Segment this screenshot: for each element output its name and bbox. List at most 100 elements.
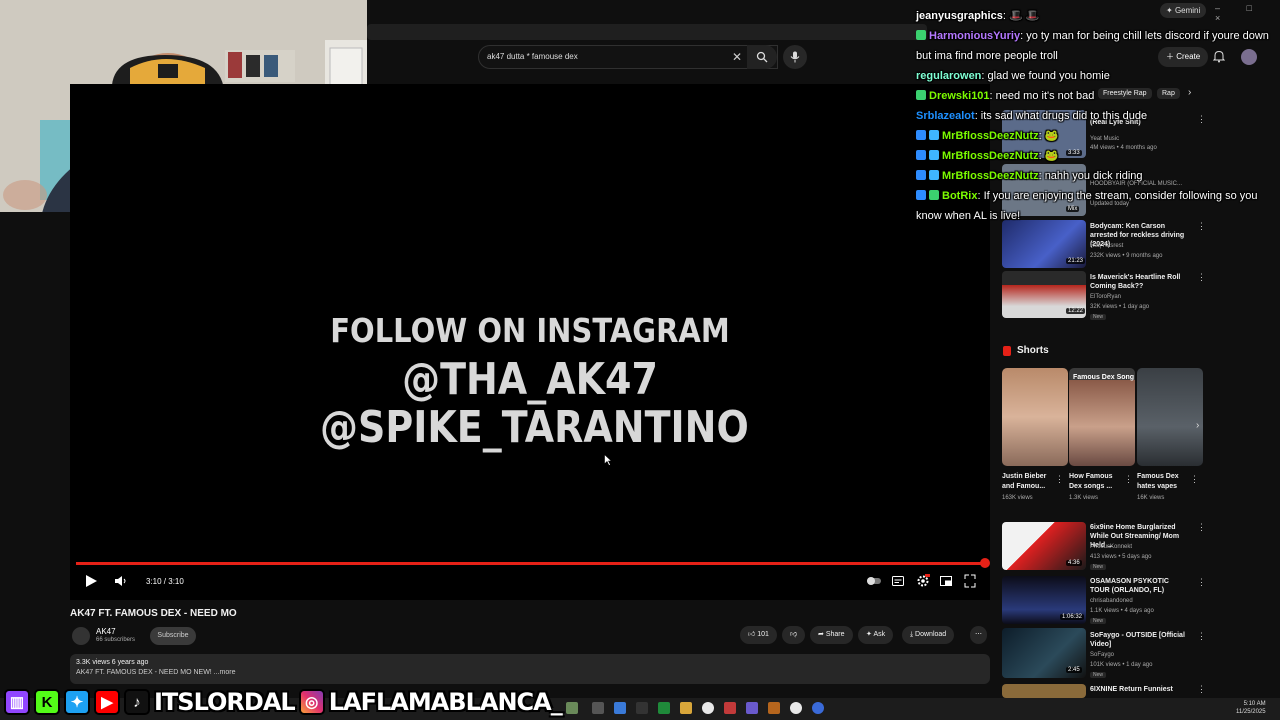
video-frame-text: FOLLOW ON INSTAGRAM @THA_AK47 @SPIKE_TAR… [320, 307, 749, 453]
video-title[interactable]: 6IXNINE Return Funniest [1090, 685, 1190, 694]
voice-search-button[interactable] [783, 45, 807, 69]
volume-icon[interactable] [114, 574, 128, 588]
chevron-right-icon[interactable]: › [1196, 420, 1199, 431]
short-title[interactable]: Famous Dex hates vapes [1137, 472, 1193, 492]
chat-message: jeanyusgraphics: 🎩 🎩 [912, 6, 1280, 26]
progress-scrubber[interactable] [980, 558, 990, 568]
chat-username: Drewski101 [929, 90, 990, 102]
more-vert-icon[interactable]: ⋮ [1055, 474, 1064, 485]
captions-icon[interactable] [892, 574, 904, 588]
video-thumbnail[interactable] [1002, 684, 1086, 698]
short-title[interactable]: How Famous Dex songs ... [1069, 472, 1125, 492]
channel-name[interactable]: AK47 [96, 627, 116, 636]
overlay-line: @SPIKE_TARANTINO [320, 402, 749, 453]
play-icon[interactable] [84, 574, 98, 588]
search-button[interactable] [747, 45, 777, 69]
new-badge: New [1090, 672, 1107, 678]
video-duration: 2:45 [1066, 667, 1082, 673]
subscribe-button[interactable]: Subscribe [150, 627, 196, 645]
taskbar-app-icon[interactable] [614, 702, 626, 714]
more-vert-icon[interactable]: ⋮ [1190, 474, 1199, 485]
clear-search-icon[interactable]: ✕ [732, 50, 742, 64]
video-title[interactable]: Is Maverick's Heartline Roll Coming Back… [1090, 273, 1190, 291]
progress-bar[interactable] [76, 562, 986, 565]
ask-button[interactable]: ✦ Ask [858, 626, 894, 644]
video-meta: 101K views • 1 day ago [1090, 662, 1153, 668]
taskbar-app-icon[interactable] [566, 702, 578, 714]
video-channel[interactable]: SoFaygo [1090, 652, 1114, 658]
youtube-icon: ▶ [94, 689, 120, 715]
settings-gear-icon[interactable] [916, 574, 930, 588]
taskbar-app-icon[interactable] [812, 702, 824, 714]
video-meta: 413 views • 5 days ago [1090, 554, 1152, 560]
short-thumbnail[interactable]: Famous Dex Song [1069, 368, 1135, 466]
video-channel[interactable]: Raq Rasrest [1090, 243, 1123, 249]
taskbar-app-icon[interactable] [636, 702, 648, 714]
video-channel[interactable]: PhocusKonnekt [1090, 544, 1132, 550]
chat-username: MrBflossDeezNutz [942, 170, 1039, 182]
video-duration: 12:22 [1066, 308, 1086, 314]
time-display: 3:10 / 3:10 [146, 577, 184, 586]
chat-username: MrBflossDeezNutz [942, 130, 1039, 142]
video-channel[interactable]: chrisabandoned [1090, 598, 1133, 604]
fullscreen-icon[interactable] [964, 574, 976, 588]
chat-message: MrBflossDeezNutz: nahh you dick riding [912, 166, 1280, 186]
twitch-icon: ▥ [4, 689, 30, 715]
more-vert-icon[interactable]: ⋮ [1197, 577, 1206, 588]
short-views: 1.3K views [1069, 495, 1099, 501]
download-button[interactable]: ⤓ Download [902, 626, 955, 644]
video-meta: 32K views • 1 day ago [1090, 304, 1150, 310]
video-player[interactable]: FOLLOW ON INSTAGRAM @THA_AK47 @SPIKE_TAR… [70, 84, 990, 600]
chat-badge-icon [916, 190, 926, 200]
social-handle: ITSLORDAL [154, 688, 296, 716]
channel-avatar[interactable] [72, 627, 90, 645]
more-vert-icon[interactable]: ⋮ [1197, 272, 1206, 283]
taskbar-app-icon[interactable] [746, 702, 758, 714]
chat-message: Drewski101: need mo it's not bad [912, 86, 1280, 106]
more-vert-icon[interactable]: ⋮ [1197, 522, 1206, 533]
short-thumbnail[interactable] [1002, 368, 1068, 466]
short-thumbnail[interactable] [1137, 368, 1203, 466]
autoplay-toggle-icon[interactable] [866, 574, 882, 588]
chat-text: : need mo it's not bad [989, 90, 1095, 102]
video-title[interactable]: SoFaygo - OUTSIDE [Official Video] [1090, 631, 1190, 649]
ask-label: Ask [873, 631, 886, 638]
share-button[interactable]: ➦ Share [810, 626, 853, 644]
chat-badge-icon [916, 30, 926, 40]
taskbar-app-icon[interactable] [680, 702, 692, 714]
more-icon: ⋯ [975, 631, 982, 638]
taskbar-app-icon[interactable] [658, 702, 670, 714]
taskbar-app-icon[interactable] [768, 702, 780, 714]
dislike-button[interactable]: 👎︎ [782, 626, 806, 644]
short-title[interactable]: Justin Bieber and Famou... [1002, 472, 1058, 492]
video-title[interactable]: OSAMASON PSYKOTIC TOUR (ORLANDO, FL) [1090, 577, 1190, 595]
more-vert-icon[interactable]: ⋮ [1197, 684, 1206, 695]
video-channel[interactable]: ElToroRyan [1090, 294, 1121, 300]
taskbar-app-icon[interactable] [724, 702, 736, 714]
video-title: AK47 FT. FAMOUS DEX - NEED MO [70, 608, 237, 619]
like-count: 101 [757, 631, 769, 638]
chrome-icon[interactable] [790, 702, 802, 714]
share-label: Share [825, 631, 845, 638]
more-vert-icon[interactable]: ⋮ [1124, 474, 1133, 485]
chrome-icon[interactable] [702, 702, 714, 714]
new-badge: New [1090, 564, 1107, 570]
social-handle: LAFLAMABLANCA_ [328, 688, 563, 716]
clock-time: 5:10 AM [1243, 701, 1266, 707]
description-text[interactable]: AK47 FT. FAMOUS DEX - NEED MO NEW! ...mo… [76, 669, 235, 676]
more-vert-icon[interactable]: ⋮ [1197, 631, 1206, 642]
taskbar-app-icon[interactable] [592, 702, 604, 714]
address-bar[interactable] [367, 24, 927, 40]
video-duration: 1:06:32 [1060, 614, 1085, 620]
chat-text: : 🐸 [1038, 130, 1059, 142]
miniplayer-icon[interactable] [940, 574, 952, 588]
shorts-icon [1003, 346, 1011, 356]
more-actions-button[interactable]: ⋯ [970, 626, 987, 644]
stream-chat-overlay: jeanyusgraphics: 🎩 🎩 HarmoniousYuriy: yo … [912, 6, 1280, 226]
new-badge: New [1090, 618, 1107, 624]
like-button[interactable]: 👍︎ 101 [740, 626, 777, 644]
video-meta: 232K views • 9 months ago [1090, 253, 1163, 259]
chat-text: : 🎩 🎩 [1002, 10, 1040, 22]
chat-username: regularowen [916, 70, 982, 82]
chat-username: HarmoniousYuriy [929, 30, 1021, 42]
